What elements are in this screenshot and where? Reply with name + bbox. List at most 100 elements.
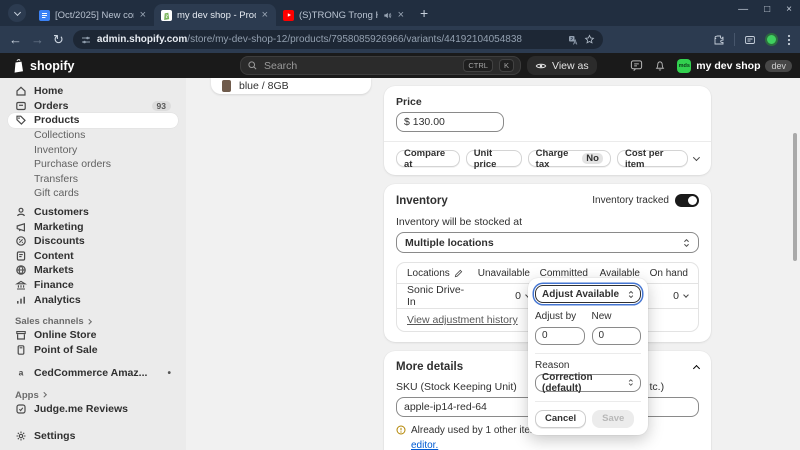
sidebar-item-products[interactable]: Products [8,113,178,128]
variant-nav-item[interactable]: blue / 8GB [211,78,371,94]
edit-pencil-icon[interactable] [454,269,463,278]
locations-header: Locations [407,268,468,279]
tab-search-button[interactable] [8,4,26,22]
sidebar-item-cedcommerce[interactable]: a CedCommerce Amaz... • [8,366,178,381]
sidebar-item-home[interactable]: Home [8,84,178,99]
sidebar-item-label: CedCommerce Amaz... [34,367,148,380]
adjust-available-popup: Adjust Available Adjust by New Reason [528,278,648,435]
cancel-button[interactable]: Cancel [535,409,587,428]
forward-icon[interactable]: → [31,33,44,46]
page-scrollbar[interactable] [793,133,797,261]
sidebar-item-customers[interactable]: Customers [8,205,178,220]
browser-tab-2-active[interactable]: my dev shop - Products - test - × [154,4,276,26]
orders-icon [15,100,27,112]
orders-count-badge: 93 [151,100,171,111]
sales-channels-header[interactable]: Sales channels [15,316,171,327]
sidebar-item-discounts[interactable]: Discounts [8,234,178,249]
sidebar-item-settings[interactable]: Settings [8,428,178,443]
online-store-icon [15,329,27,341]
save-button[interactable]: Save [592,409,635,428]
reason-label: Reason [535,359,570,371]
bookmark-star-icon[interactable] [584,34,595,45]
browser-tab-1[interactable]: [Oct/2025] New content - Ha M × [32,4,154,26]
cost-per-item-pill[interactable]: Cost per item [616,148,689,170]
price-input[interactable] [396,112,504,132]
kbd-ctrl: CTRL [463,59,493,72]
workspace-icon[interactable] [744,34,756,46]
translate-icon[interactable] [568,35,578,45]
collapse-chevron-icon[interactable] [692,364,701,373]
browser-tab-3[interactable]: (S)TRONG Trọng Hiếu x Rhy × [276,4,412,26]
dev-badge: dev [765,59,792,72]
charge-tax-pill[interactable]: Charge tax No [527,148,611,170]
new-value-input[interactable] [591,326,641,345]
new-tab-button[interactable]: + [420,5,428,21]
judgeme-icon [15,403,27,415]
finance-bank-icon [15,279,27,291]
sidebar-item-purchase-orders[interactable]: Purchase orders [8,157,178,172]
browser-profile-avatar[interactable] [765,33,778,46]
sidebar-item-online-store[interactable]: Online Store [8,328,178,343]
tab-close-icon[interactable]: × [397,9,405,21]
sidebar-item-gift-cards[interactable]: Gift cards [8,186,178,201]
sidebar-item-finance[interactable]: Finance [8,278,178,293]
gear-icon [15,430,27,442]
locations-select[interactable]: Multiple locations [396,232,699,253]
tab-close-icon[interactable]: × [139,9,147,21]
extensions-puzzle-icon[interactable] [713,34,725,46]
window-minimize-button[interactable]: — [738,4,748,15]
sidebar-item-content[interactable]: Content [8,249,178,264]
customers-icon [15,206,27,218]
col-header: Available [599,267,640,279]
view-as-button[interactable]: View as [527,56,597,75]
compare-at-pill[interactable]: Compare at [396,148,460,170]
sidebar-item-orders[interactable]: Orders 93 [8,99,178,114]
sidebar-item-judgeme-reviews[interactable]: Judge.me Reviews [8,402,178,417]
inventory-tracked-toggle[interactable] [675,194,699,207]
admin-search-input[interactable]: Search CTRL K [240,56,521,75]
tab-audio-icon[interactable] [383,11,392,20]
adjust-by-input[interactable] [535,326,585,345]
back-icon[interactable]: ← [9,33,22,46]
kbd-k: K [498,59,514,72]
expand-price-chevron-icon[interactable] [693,154,701,161]
window-maximize-button[interactable]: □ [764,4,770,15]
sidebar-item-analytics[interactable]: Analytics [8,292,178,307]
location-name: Sonic Drive-In [407,284,465,308]
sidebar-item-collections[interactable]: Collections [8,128,178,143]
content-icon [15,250,27,262]
unit-price-pill[interactable]: Unit price [465,148,522,170]
shopify-logo[interactable]: shopify [12,58,74,73]
notifications-bell-icon[interactable] [654,59,666,72]
sidebar-item-label: Content [34,249,74,262]
apps-header[interactable]: Apps [15,390,171,401]
chevron-down-icon [13,8,21,16]
address-bar[interactable]: admin.shopify.com/store/my-dev-shop-12/p… [72,30,603,49]
site-settings-icon[interactable] [81,35,91,45]
svg-text:a: a [19,368,24,378]
sidebar-item-point-of-sale[interactable]: Point of Sale [8,343,178,358]
sidebar-item-label: Online Store [34,329,97,342]
chevron-right-icon [41,392,46,398]
stocked-at-label: Inventory will be stocked at [396,216,523,228]
marketing-icon [15,221,27,233]
sku-input[interactable] [396,397,542,417]
charge-tax-value: No [582,153,603,164]
inbox-icon[interactable] [630,59,643,72]
adjust-mode-select[interactable]: Adjust Available [535,285,641,303]
unavailable-cell[interactable]: 0 [468,290,531,302]
view-adjustment-history-link[interactable]: View adjustment history [407,314,518,326]
sidebar-item-label: Markets [34,264,74,277]
store-menu[interactable]: mds my dev shop dev [677,58,792,73]
sidebar-item-transfers[interactable]: Transfers [8,172,178,187]
sidebar-item-inventory[interactable]: Inventory [8,142,178,157]
browser-menu-icon[interactable] [787,34,791,46]
browser-toolbar: ← → ↻ admin.shopify.com/store/my-dev-sho… [0,26,800,53]
reload-icon[interactable]: ↻ [53,33,64,46]
tab-close-icon[interactable]: × [261,9,269,21]
window-close-button[interactable]: × [786,4,792,15]
sidebar-item-marketing[interactable]: Marketing [8,219,178,234]
reason-select[interactable]: Correction (default) [535,372,641,394]
sidebar-item-label: Analytics [34,293,81,306]
sidebar-item-markets[interactable]: Markets [8,263,178,278]
